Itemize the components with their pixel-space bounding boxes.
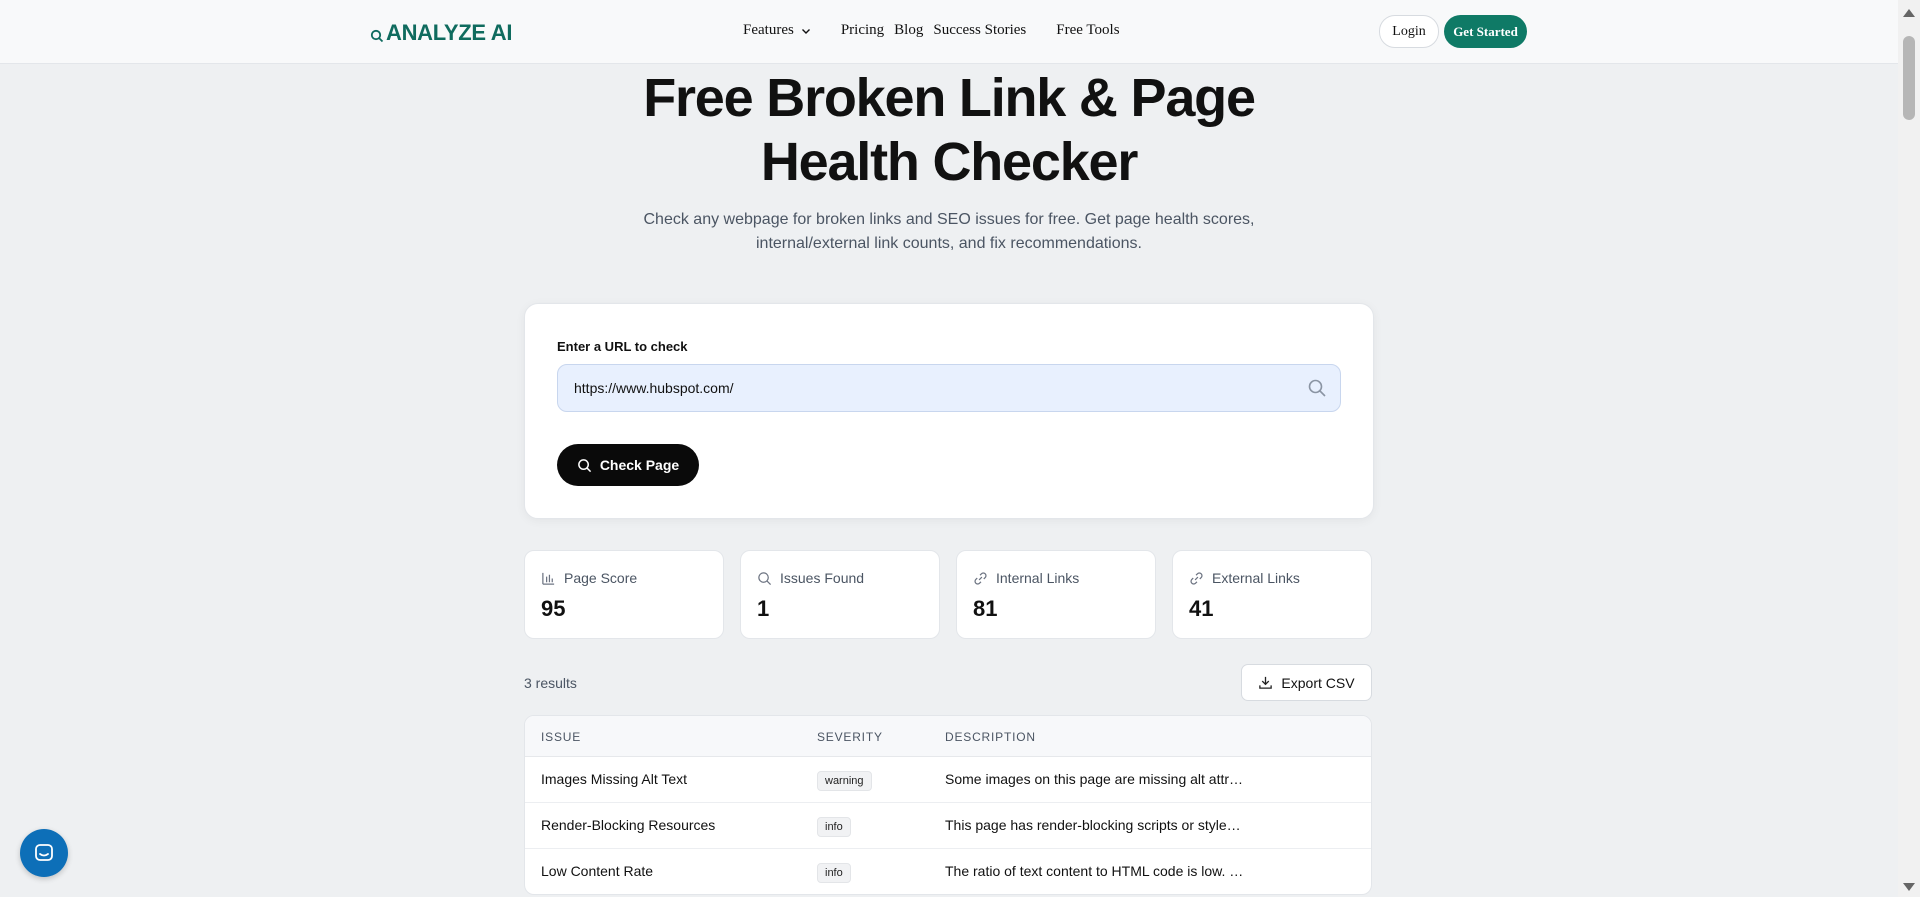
check-page-button-label: Check Page bbox=[599, 457, 680, 473]
description-cell: Some images on this page are missing alt… bbox=[945, 771, 1244, 787]
column-header-issue[interactable]: ISSUE bbox=[541, 730, 581, 744]
issue-cell: Images Missing Alt Text bbox=[541, 771, 688, 787]
logo-text: ANALYZE AI bbox=[386, 20, 513, 45]
download-icon bbox=[1259, 676, 1273, 689]
nav-blog-label: Blog bbox=[894, 22, 924, 38]
table-row[interactable]: Render-Blocking Resources info This page… bbox=[525, 803, 1371, 849]
search-icon[interactable] bbox=[1307, 378, 1327, 398]
nav-pricing-label: Pricing bbox=[840, 22, 885, 38]
stat-label: Issues Found bbox=[780, 570, 865, 586]
stat-value: 1 bbox=[757, 596, 770, 621]
column-header-severity[interactable]: SEVERITY bbox=[817, 730, 883, 744]
export-csv-button[interactable]: Export CSV bbox=[1241, 664, 1372, 701]
results-count: 3 results bbox=[524, 675, 577, 691]
stat-issues-found: Issues Found 1 bbox=[740, 550, 940, 639]
link-icon bbox=[1190, 571, 1203, 585]
search-icon bbox=[758, 571, 772, 585]
stat-value: 41 bbox=[1189, 596, 1214, 621]
link-icon bbox=[974, 571, 987, 585]
table-header: ISSUE SEVERITY DESCRIPTION bbox=[525, 716, 1371, 757]
nav-links: Features Pricing Blog Success Stories Fr… bbox=[743, 22, 1150, 39]
table-row[interactable]: Low Content Rate info The ratio of text … bbox=[525, 849, 1371, 894]
issue-cell: Low Content Rate bbox=[541, 863, 654, 879]
page-title: Free Broken Link & Page Health Checker bbox=[560, 66, 1338, 194]
stat-label: External Links bbox=[1212, 570, 1300, 586]
issue-cell: Render-Blocking Resources bbox=[541, 817, 716, 833]
get-started-button[interactable]: Get Started bbox=[1444, 15, 1527, 48]
page-title-line-2: Health Checker bbox=[760, 132, 1139, 192]
column-header-description[interactable]: DESCRIPTION bbox=[945, 730, 1036, 744]
login-button[interactable]: Login bbox=[1379, 15, 1439, 48]
description-cell: The ratio of text content to HTML code i… bbox=[945, 863, 1244, 879]
scroll-down-arrow-icon[interactable] bbox=[1903, 883, 1915, 891]
nav-pricing[interactable]: Pricing bbox=[841, 22, 884, 39]
scroll-up-arrow-icon[interactable] bbox=[1903, 9, 1915, 17]
nav-blog[interactable]: Blog bbox=[894, 22, 923, 39]
page-subtitle: Check any webpage for broken links and S… bbox=[600, 208, 1298, 256]
severity-badge: warning bbox=[817, 771, 872, 791]
nav-features[interactable]: Features bbox=[743, 22, 811, 39]
nav-success-stories[interactable]: Success Stories bbox=[933, 22, 1026, 39]
severity-badge: info bbox=[817, 863, 851, 883]
nav-free-tools[interactable]: Free Tools bbox=[1056, 22, 1119, 39]
stat-external-links: External Links 41 bbox=[1172, 550, 1372, 639]
page-subtitle-line-2: internal/external link counts, and fix r… bbox=[756, 235, 1142, 252]
page-scrollbar[interactable] bbox=[1898, 0, 1920, 897]
search-icon bbox=[577, 458, 591, 472]
nav-free-tools-label: Free Tools bbox=[1056, 22, 1120, 38]
stat-page-score-label-row: Page Score bbox=[541, 570, 637, 586]
stat-internal-links: Internal Links 81 bbox=[956, 550, 1156, 639]
logo[interactable]: ANALYZE AI bbox=[370, 20, 512, 46]
page-title-line-1: Free Broken Link & Page bbox=[643, 68, 1256, 128]
stat-page-score: Page Score 95 bbox=[524, 550, 724, 639]
top-navbar: ANALYZE AI Features Pricing Blog Success… bbox=[0, 0, 1898, 64]
stat-value: 81 bbox=[973, 596, 998, 621]
nav-features-label: Features bbox=[743, 22, 794, 38]
scrollbar-thumb[interactable] bbox=[1903, 36, 1915, 120]
page-subtitle-line-1: Check any webpage for broken links and S… bbox=[643, 211, 1255, 228]
chevron-down-icon bbox=[801, 28, 810, 34]
chat-icon bbox=[35, 844, 53, 861]
table-row[interactable]: Images Missing Alt Text warning Some ima… bbox=[525, 757, 1371, 803]
description-cell: This page has render-blocking scripts or… bbox=[945, 817, 1241, 833]
nav-success-stories-label: Success Stories bbox=[933, 22, 1027, 38]
export-csv-label: Export CSV bbox=[1281, 674, 1355, 691]
results-table: ISSUE SEVERITY DESCRIPTION Images Missin… bbox=[524, 715, 1372, 895]
check-page-button[interactable]: Check Page bbox=[557, 444, 699, 486]
chat-widget-button[interactable] bbox=[20, 829, 68, 877]
url-check-card: Enter a URL to check Check Page bbox=[524, 303, 1374, 519]
url-field-label: Enter a URL to check bbox=[557, 339, 688, 354]
stat-label: Page Score bbox=[564, 570, 638, 586]
stat-label: Internal Links bbox=[996, 570, 1080, 586]
stat-value: 95 bbox=[541, 596, 566, 621]
stat-issues-found-label-row: Issues Found bbox=[757, 570, 864, 586]
bar-chart-icon bbox=[542, 572, 555, 585]
url-input[interactable] bbox=[557, 364, 1341, 412]
stat-external-links-label-row: External Links bbox=[1189, 570, 1300, 586]
stat-internal-links-label-row: Internal Links bbox=[973, 570, 1079, 586]
magnifier-logo-icon bbox=[370, 29, 384, 43]
severity-badge: info bbox=[817, 817, 851, 837]
